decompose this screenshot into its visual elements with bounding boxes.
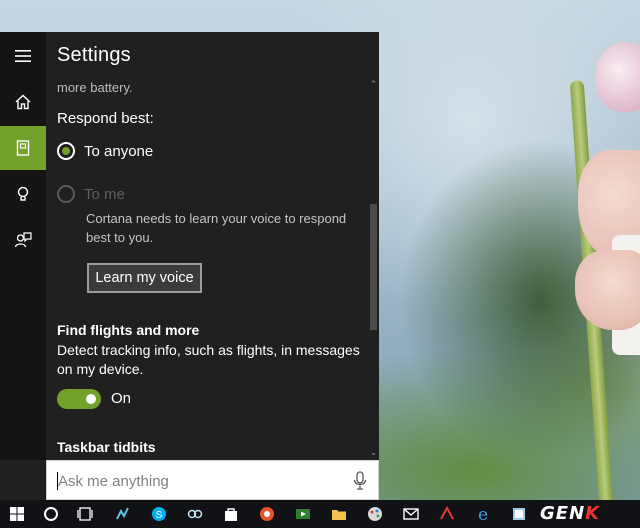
radio-label-to-anyone[interactable]: To anyone: [84, 143, 153, 160]
scroll-thumb[interactable]: [370, 204, 377, 330]
taskbar-app-4[interactable]: [430, 500, 464, 528]
reminders-button[interactable]: [0, 172, 46, 216]
cortana-search-box[interactable]: [46, 460, 379, 500]
task-view-button[interactable]: [68, 500, 102, 528]
radio-to-anyone[interactable]: [57, 142, 75, 160]
flights-section-title: Find flights and more: [57, 322, 200, 338]
lightbulb-icon: [17, 186, 29, 201]
edge-icon: e: [478, 505, 488, 523]
link-icon: [187, 509, 203, 519]
paint-icon: [368, 507, 382, 521]
settings-content: more battery. Respond best: To anyone To…: [46, 72, 368, 460]
file-explorer-icon: [332, 510, 346, 520]
start-button[interactable]: [0, 500, 34, 528]
app-icon: [260, 507, 274, 521]
home-icon: [15, 94, 31, 110]
scroll-up-icon[interactable]: ⌃: [368, 78, 379, 90]
app-icon: [116, 507, 129, 520]
scroll-down-icon[interactable]: ⌄: [368, 446, 379, 458]
taskbar-tidbits-title: Taskbar tidbits: [57, 439, 156, 455]
notebook-icon: [16, 140, 30, 156]
radio-to-me[interactable]: [57, 185, 75, 203]
edge-button[interactable]: e: [466, 500, 500, 528]
radio-label-to-me[interactable]: To me: [84, 186, 125, 203]
notebook-button[interactable]: [0, 126, 46, 170]
cortana-settings-panel: Settings more battery. Respond best: To …: [0, 32, 379, 500]
skype-icon: S: [152, 507, 166, 521]
taskbar-app-3[interactable]: [250, 500, 284, 528]
taskbar-app-5[interactable]: [502, 500, 536, 528]
page-title: Settings: [57, 44, 131, 66]
learn-my-voice-button[interactable]: Learn my voice: [87, 263, 202, 293]
app-icon: [513, 508, 525, 520]
taskbar-app-1[interactable]: [106, 500, 140, 528]
hand-lower: [575, 250, 640, 330]
feedback-button[interactable]: [0, 218, 46, 262]
respond-best-label: Respond best:: [57, 110, 154, 127]
feedback-icon: [14, 232, 32, 248]
app-icon: [440, 505, 454, 520]
skype-button[interactable]: S: [142, 500, 176, 528]
svg-text:e: e: [478, 505, 488, 523]
windows-start-icon: [10, 507, 24, 521]
paint-button[interactable]: [358, 500, 392, 528]
left-rail: [0, 32, 46, 460]
cortana-voice-note: Cortana needs to learn your voice to res…: [86, 211, 347, 245]
video-icon: [296, 509, 310, 519]
microphone-icon[interactable]: [352, 471, 368, 491]
flights-toggle[interactable]: [57, 389, 101, 409]
cortana-circle-icon: [44, 507, 58, 521]
mail-button[interactable]: [394, 500, 428, 528]
store-button[interactable]: [214, 500, 248, 528]
genk-watermark-logo: GENK: [540, 503, 601, 524]
hamburger-menu-button[interactable]: [0, 34, 46, 78]
home-button[interactable]: [0, 80, 46, 124]
svg-text:S: S: [156, 510, 163, 521]
search-input[interactable]: [58, 471, 338, 491]
video-button[interactable]: [286, 500, 320, 528]
hamburger-icon: [15, 50, 31, 62]
lotus-bud: [595, 42, 640, 112]
flights-toggle-state: On: [111, 390, 132, 407]
file-explorer-button[interactable]: [322, 500, 356, 528]
store-icon: [225, 508, 237, 521]
taskbar-app-2[interactable]: [178, 500, 212, 528]
mail-icon: [403, 508, 419, 520]
task-view-icon: [77, 507, 93, 521]
flights-description: Detect tracking info, such as flights, i…: [57, 342, 360, 377]
partial-text: more battery.: [57, 80, 133, 95]
scrollbar[interactable]: ⌃ ⌄: [368, 72, 379, 460]
cortana-button[interactable]: [34, 500, 68, 528]
